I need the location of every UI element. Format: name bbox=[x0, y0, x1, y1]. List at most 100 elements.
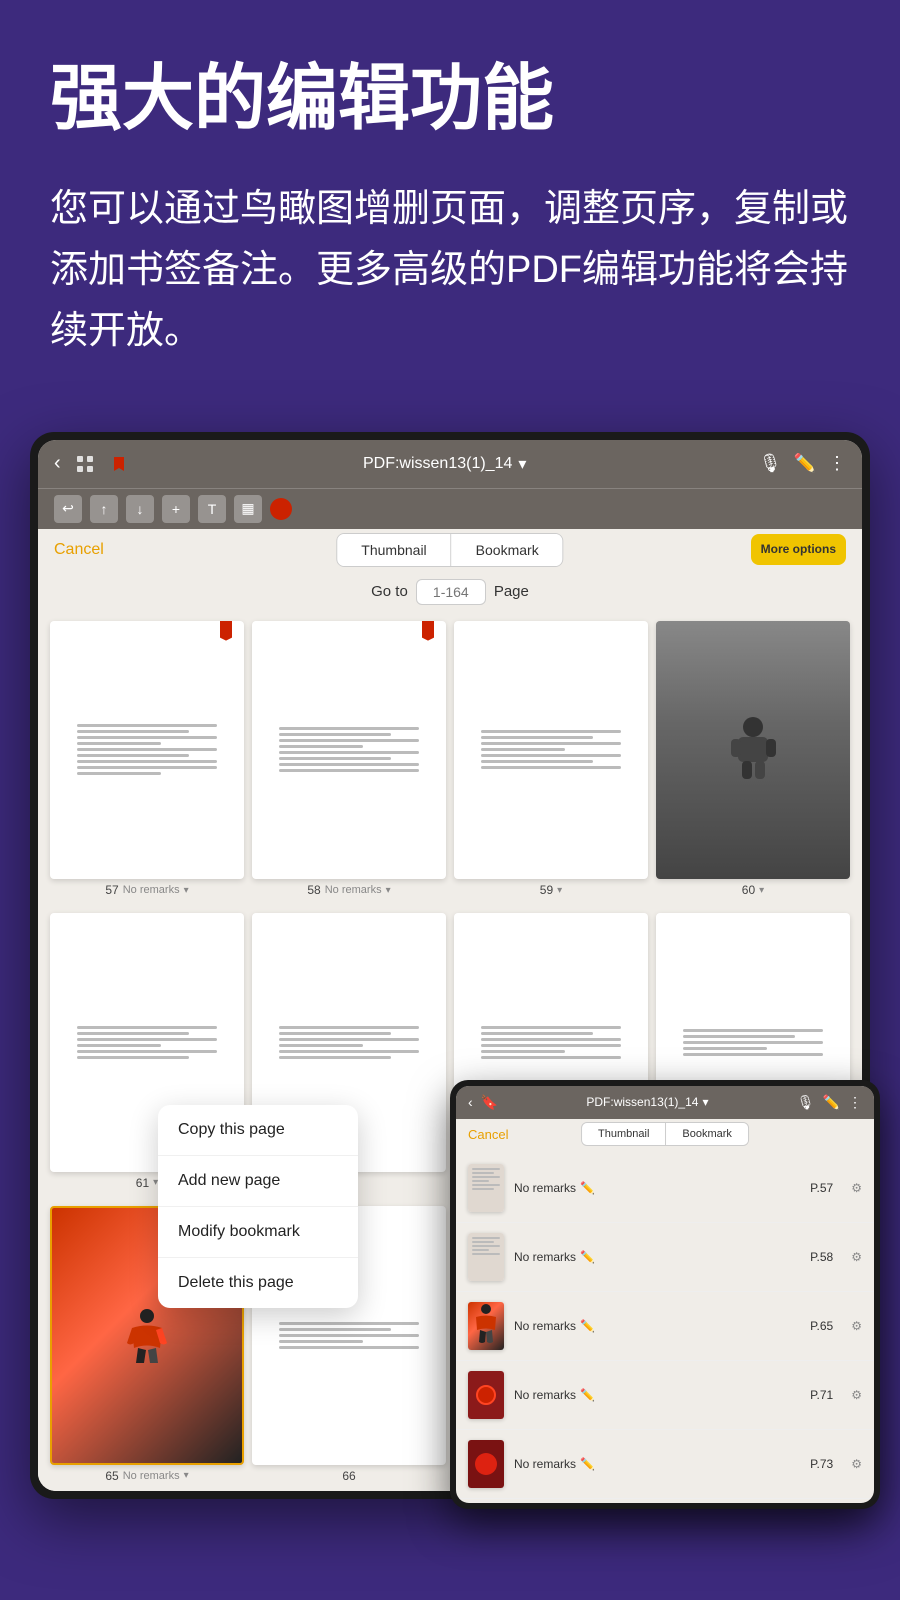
bookmark-icon[interactable] bbox=[107, 452, 131, 476]
text-line bbox=[481, 1032, 592, 1035]
bookmark-item-65[interactable]: No remarks ✏️ P.65 ⚙ bbox=[456, 1292, 874, 1361]
secondary-dropdown-icon[interactable]: ▾ bbox=[702, 1095, 708, 1109]
text-line bbox=[279, 1026, 418, 1029]
text-line bbox=[279, 1032, 390, 1035]
thumbnail-58[interactable]: 58 No remarks ▾ bbox=[252, 621, 446, 898]
bookmark-page-57: P.57 bbox=[810, 1181, 833, 1195]
bookmark-info-71: No remarks ✏️ bbox=[514, 1388, 800, 1402]
secondary-back-icon[interactable]: ‹ bbox=[468, 1094, 473, 1110]
text-line bbox=[279, 1056, 390, 1059]
text-line bbox=[77, 1026, 216, 1029]
secondary-tab-thumbnail[interactable]: Thumbnail bbox=[582, 1123, 665, 1145]
dropdown-60[interactable]: ▾ bbox=[759, 885, 764, 896]
text-line bbox=[683, 1047, 767, 1050]
text-line bbox=[77, 1050, 216, 1053]
more-icon[interactable]: ⋮ bbox=[828, 453, 846, 474]
dropdown-65[interactable]: ▾ bbox=[184, 1470, 189, 1481]
bookmark-remarks-58: No remarks bbox=[514, 1250, 576, 1264]
bookmark-info-58: No remarks ✏️ bbox=[514, 1250, 800, 1264]
tablet-secondary: ‹ 🔖 PDF:wissen13(1)_14 ▾ 🎙 ✏️ ⋮ Cancel bbox=[450, 1080, 880, 1509]
text-line bbox=[77, 1038, 216, 1041]
thumb-page-60[interactable] bbox=[656, 621, 850, 880]
bookmark-thumb-57 bbox=[468, 1164, 504, 1212]
thumbnail-59[interactable]: 59 ▾ bbox=[454, 621, 648, 898]
tab-bookmark[interactable]: Bookmark bbox=[452, 534, 563, 566]
grid-icon[interactable] bbox=[73, 452, 97, 476]
dropdown-59[interactable]: ▾ bbox=[557, 885, 562, 896]
bookmark-item-57[interactable]: No remarks ✏️ P.57 ⚙ bbox=[456, 1154, 874, 1223]
bookmark-settings-65[interactable]: ⚙ bbox=[851, 1319, 862, 1333]
thumbnail-57[interactable]: 57 No remarks ▾ bbox=[50, 621, 244, 898]
undo-icon[interactable]: ↩ bbox=[54, 495, 82, 523]
text-line bbox=[481, 754, 620, 757]
topbar-right-icons: 🎙 ✏️ ⋮ bbox=[759, 453, 846, 474]
dropdown-58[interactable]: ▾ bbox=[386, 885, 391, 896]
text-line bbox=[279, 757, 390, 760]
bookmark-remarks-73: No remarks bbox=[514, 1457, 576, 1471]
text-line bbox=[481, 1056, 620, 1059]
tab-group: Thumbnail Bookmark bbox=[336, 533, 563, 567]
dropdown-57[interactable]: ▾ bbox=[184, 885, 189, 896]
secondary-bookmark-icon[interactable]: 🔖 bbox=[481, 1094, 498, 1111]
bookmark-settings-57[interactable]: ⚙ bbox=[851, 1181, 862, 1195]
modify-bookmark-item[interactable]: Modify bookmark bbox=[158, 1207, 358, 1258]
thumb-page-59[interactable] bbox=[454, 621, 648, 880]
more-options-button[interactable]: More options bbox=[751, 534, 846, 564]
bookmark-item-58[interactable]: No remarks ✏️ P.58 ⚙ bbox=[456, 1223, 874, 1292]
bookmark-settings-71[interactable]: ⚙ bbox=[851, 1388, 862, 1402]
bookmark-thumb-73 bbox=[468, 1440, 504, 1488]
bookmark-settings-58[interactable]: ⚙ bbox=[851, 1250, 862, 1264]
color-icon[interactable] bbox=[270, 498, 292, 520]
bookmark-edit-icon-73[interactable]: ✏️ bbox=[580, 1457, 595, 1471]
thumb-page-58[interactable] bbox=[252, 621, 446, 880]
no-remarks-57: No remarks bbox=[123, 884, 180, 896]
text-line bbox=[481, 730, 620, 733]
bookmark-edit-icon-65[interactable]: ✏️ bbox=[580, 1319, 595, 1333]
bookmark-edit-icon-57[interactable]: ✏️ bbox=[580, 1181, 595, 1195]
thumb-label-57: 57 No remarks ▾ bbox=[105, 883, 188, 897]
secondary-tab-bookmark[interactable]: Bookmark bbox=[666, 1123, 748, 1145]
thumb-page-57[interactable] bbox=[50, 621, 244, 880]
text-icon[interactable]: T bbox=[198, 495, 226, 523]
bookmark-edit-icon-71[interactable]: ✏️ bbox=[580, 1388, 595, 1402]
thumbnail-grid-row1: 57 No remarks ▾ bbox=[38, 613, 862, 906]
bookmark-page-73: P.73 bbox=[810, 1457, 833, 1471]
bookmark-info-57: No remarks ✏️ bbox=[514, 1181, 800, 1195]
secondary-more-icon[interactable]: ⋮ bbox=[848, 1094, 862, 1111]
delete-page-item[interactable]: Delete this page bbox=[158, 1258, 358, 1308]
add-page-item[interactable]: Add new page bbox=[158, 1156, 358, 1207]
bookmark-edit-icon-58[interactable]: ✏️ bbox=[580, 1250, 595, 1264]
bookmark-item-73[interactable]: No remarks ✏️ P.73 ⚙ bbox=[456, 1430, 874, 1499]
down-icon[interactable]: ↓ bbox=[126, 495, 154, 523]
thumbnail-60[interactable]: 60 ▾ bbox=[656, 621, 850, 898]
no-remarks-65: No remarks bbox=[123, 1470, 180, 1482]
bookmark-item-71[interactable]: No remarks ✏️ P.71 ⚙ bbox=[456, 1361, 874, 1430]
pencil-icon[interactable]: ✏️ bbox=[794, 453, 816, 474]
text-line bbox=[279, 769, 418, 772]
page-number-60: 60 bbox=[742, 883, 755, 897]
highlight-icon[interactable]: ▦ bbox=[234, 495, 262, 523]
pdf-toolbar: ↩ ↑ ↓ + T ▦ bbox=[38, 488, 862, 529]
context-menu: Copy this page Add new page Modify bookm… bbox=[158, 1105, 358, 1308]
thumb-label-58: 58 No remarks ▾ bbox=[307, 883, 390, 897]
secondary-tab-group: Thumbnail Bookmark bbox=[581, 1122, 749, 1146]
page-input[interactable] bbox=[416, 579, 486, 605]
up-icon[interactable]: ↑ bbox=[90, 495, 118, 523]
dropdown-icon[interactable]: ▾ bbox=[518, 454, 526, 474]
hero-section: 强大的编辑功能 您可以通过鸟瞰图增删页面，调整页序，复制或添加书签备注。更多高级… bbox=[0, 0, 900, 392]
secondary-mic-icon[interactable]: 🎙 bbox=[797, 1094, 815, 1111]
tablet-topbar: ‹ bbox=[38, 440, 862, 488]
secondary-cancel-button[interactable]: Cancel bbox=[468, 1127, 508, 1142]
tab-thumbnail[interactable]: Thumbnail bbox=[337, 534, 450, 566]
bookmark-page-65: P.65 bbox=[810, 1319, 833, 1333]
back-icon[interactable]: ‹ bbox=[54, 452, 61, 475]
cancel-button[interactable]: Cancel bbox=[54, 541, 104, 559]
text-line bbox=[77, 736, 216, 739]
secondary-pencil-icon[interactable]: ✏️ bbox=[823, 1094, 840, 1111]
bookmark-remarks-71: No remarks bbox=[514, 1388, 576, 1402]
text-line bbox=[481, 1026, 620, 1029]
bookmark-settings-73[interactable]: ⚙ bbox=[851, 1457, 862, 1471]
copy-page-item[interactable]: Copy this page bbox=[158, 1105, 358, 1156]
zoom-in-icon[interactable]: + bbox=[162, 495, 190, 523]
mic-icon[interactable]: 🎙 bbox=[759, 453, 782, 474]
